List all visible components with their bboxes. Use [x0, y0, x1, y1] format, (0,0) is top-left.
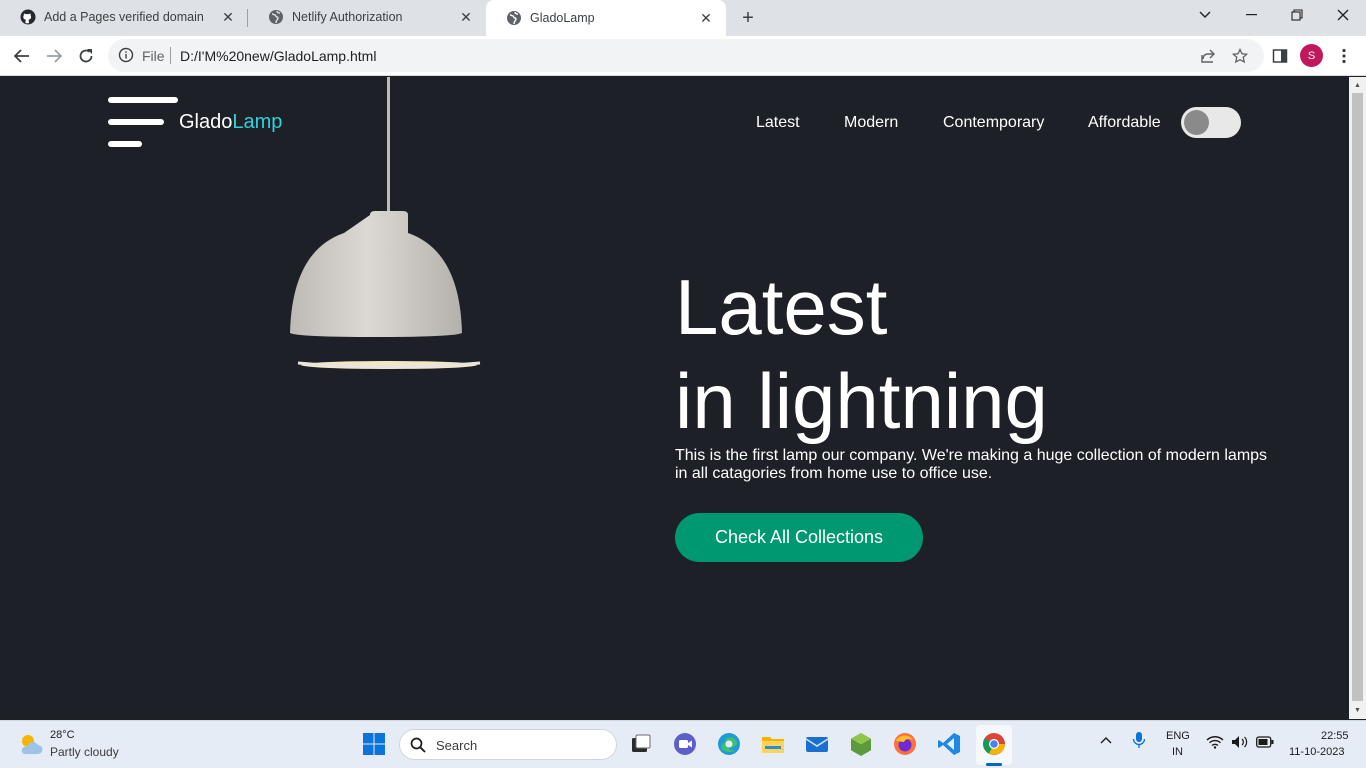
task-view-icon[interactable]: [628, 731, 654, 757]
profile-avatar[interactable]: S: [1300, 44, 1323, 67]
weather-description[interactable]: Partly cloudy: [50, 745, 119, 759]
nav-link-modern[interactable]: Modern: [844, 114, 898, 132]
tab-netlify[interactable]: Netlify Authorization ✕: [248, 0, 486, 34]
omnibox-divider: [170, 47, 171, 64]
weather-partly-cloudy-icon[interactable]: [16, 730, 44, 758]
pendant-lamp-image: [290, 77, 481, 369]
github-icon: [20, 9, 36, 25]
close-tab-icon[interactable]: ✕: [218, 7, 238, 27]
edge-icon[interactable]: [716, 731, 742, 757]
info-icon[interactable]: [118, 47, 134, 63]
close-window-button[interactable]: [1320, 0, 1366, 30]
firefox-icon[interactable]: [892, 731, 918, 757]
tab-gladolamp-active[interactable]: GladoLamp ✕: [486, 0, 726, 36]
brand-part2: Lamp: [232, 111, 283, 133]
forward-button[interactable]: [40, 42, 68, 70]
hamburger-menu-icon[interactable]: [108, 97, 180, 151]
show-hidden-icons-chevron-icon[interactable]: [1100, 735, 1112, 747]
restore-button[interactable]: [1274, 0, 1320, 30]
hero-description: This is the first lamp our company. We'r…: [675, 447, 1275, 483]
wifi-icon[interactable]: [1206, 735, 1224, 752]
volume-icon[interactable]: [1231, 735, 1249, 752]
meet-icon[interactable]: [672, 731, 698, 757]
new-tab-button[interactable]: +: [736, 6, 760, 30]
nav-link-affordable[interactable]: Affordable: [1088, 114, 1161, 132]
reload-icon: [79, 49, 93, 63]
close-tab-icon[interactable]: ✕: [456, 7, 476, 27]
hamburger-line: [108, 97, 178, 103]
windows-taskbar: 28°C Partly cloudy Search ENG IN 22:55 1…: [0, 720, 1366, 768]
nav-link-latest[interactable]: Latest: [756, 114, 800, 132]
tab-github[interactable]: Add a Pages verified domain ✕: [0, 0, 248, 34]
hero-title-line2: in lightning: [675, 357, 1048, 445]
windows-start-icon[interactable]: [361, 731, 387, 757]
tab-title: Add a Pages verified domain: [44, 10, 204, 24]
scroll-up-arrow-icon[interactable]: ▲: [1353, 81, 1362, 90]
tab-title: Netlify Authorization: [292, 10, 403, 24]
tab-title: GladoLamp: [530, 11, 595, 25]
theme-toggle[interactable]: [1181, 107, 1241, 138]
microphone-icon[interactable]: [1132, 731, 1146, 752]
search-icon: [410, 737, 426, 753]
globe-icon: [506, 10, 522, 26]
url-text[interactable]: D:/I'M%20new/GladoLamp.html: [180, 48, 376, 64]
tab-strip: Add a Pages verified domain ✕ Netlify Au…: [0, 0, 1366, 36]
taskbar-search-input[interactable]: Search: [399, 729, 617, 760]
minimize-button[interactable]: [1228, 0, 1274, 30]
menu-kebab-icon[interactable]: [1333, 45, 1355, 67]
battery-icon[interactable]: [1256, 736, 1274, 751]
close-tab-icon[interactable]: ✕: [696, 8, 716, 28]
clock-time[interactable]: 22:55: [1321, 730, 1349, 742]
reload-button[interactable]: [72, 42, 100, 70]
scroll-down-arrow-icon[interactable]: ▼: [1353, 706, 1362, 715]
clock-date[interactable]: 11-10-2023: [1289, 746, 1344, 758]
hamburger-line: [108, 141, 142, 147]
hero-title-line1: Latest: [675, 263, 888, 351]
brand-part1: Glado: [179, 111, 233, 133]
address-bar[interactable]: File D:/I'M%20new/GladoLamp.html: [108, 39, 1264, 72]
scroll-thumb[interactable]: [1352, 93, 1363, 701]
scheme-label: File: [142, 48, 165, 64]
mail-icon[interactable]: [804, 731, 830, 757]
file-explorer-icon[interactable]: [760, 731, 786, 757]
forward-arrow-icon: [47, 49, 62, 63]
hamburger-line: [108, 119, 164, 125]
nav-link-contemporary[interactable]: Contemporary: [943, 114, 1044, 132]
side-panel-icon[interactable]: [1269, 45, 1291, 67]
language-line1[interactable]: ENG: [1166, 730, 1190, 742]
search-placeholder: Search: [436, 738, 478, 753]
browser-toolbar: File D:/I'M%20new/GladoLamp.html S: [0, 36, 1366, 76]
share-icon[interactable]: [1199, 47, 1217, 65]
active-app-indicator: [986, 763, 1002, 766]
brand-logo[interactable]: GladoLamp: [179, 111, 282, 134]
back-arrow-icon: [14, 49, 29, 63]
hero-description-line2: in all catagories from home use to offic…: [675, 465, 993, 482]
nodejs-icon[interactable]: [848, 731, 874, 757]
vscode-icon[interactable]: [936, 731, 962, 757]
tab-search-chevron-icon[interactable]: [1182, 0, 1228, 30]
web-page: GladoLamp Latest Modern Contemporary Aff…: [0, 77, 1349, 719]
weather-temperature[interactable]: 28°C: [50, 729, 75, 741]
back-button[interactable]: [8, 42, 36, 70]
chrome-icon[interactable]: [981, 731, 1007, 757]
globe-icon: [268, 9, 284, 25]
check-all-collections-button[interactable]: Check All Collections: [675, 513, 923, 562]
toggle-knob: [1184, 110, 1209, 135]
bookmark-star-icon[interactable]: [1231, 47, 1249, 65]
hero-description-line1: This is the first lamp our company. We'r…: [675, 447, 1268, 464]
language-line2[interactable]: IN: [1172, 746, 1183, 758]
page-scrollbar[interactable]: ▲ ▼: [1349, 77, 1366, 719]
